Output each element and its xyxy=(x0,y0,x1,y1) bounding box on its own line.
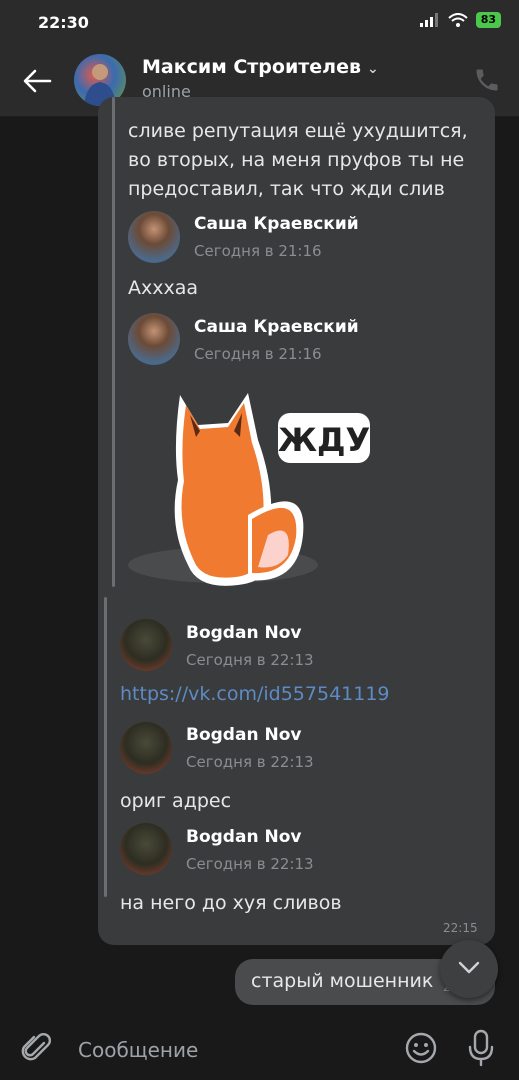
microphone-icon[interactable] xyxy=(466,1029,496,1067)
forward-line-inner xyxy=(104,597,107,897)
message-text-line: предоставил, так что жди слив xyxy=(128,178,445,200)
sender-avatar[interactable] xyxy=(128,313,180,365)
chevron-down-icon xyxy=(458,961,480,974)
sticker-caption: ЖДУ xyxy=(278,413,370,463)
sender-name[interactable]: Саша Краевский xyxy=(194,317,359,337)
message-composer xyxy=(0,1017,519,1080)
sender-name[interactable]: Саша Краевский xyxy=(194,214,359,234)
sender-avatar[interactable] xyxy=(120,722,172,774)
message-input[interactable] xyxy=(76,1035,380,1065)
emoji-icon[interactable] xyxy=(404,1031,438,1065)
sender-avatar[interactable] xyxy=(120,619,172,671)
message-text: Ахххаа xyxy=(128,277,199,299)
status-time: 22:30 xyxy=(38,13,89,32)
sticker-caption-text: ЖДУ xyxy=(278,421,370,459)
message-text-line: во вторых, на меня пруфов ты не xyxy=(128,149,465,171)
sender-avatar[interactable] xyxy=(128,211,180,263)
chevron-down-icon[interactable]: ⌄ xyxy=(367,61,379,77)
back-arrow-icon[interactable] xyxy=(20,64,54,98)
sender-time: Сегодня в 21:16 xyxy=(194,242,322,260)
message-link[interactable]: https://vk.com/id557541119 xyxy=(120,683,390,705)
contact-name[interactable]: Максим Строителев ⌄ xyxy=(142,56,379,78)
sender-time: Сегодня в 22:13 xyxy=(186,753,314,771)
outgoing-message-text: старый мошенник xyxy=(251,970,434,992)
sender-time: Сегодня в 22:13 xyxy=(186,651,314,669)
sender-time: Сегодня в 21:16 xyxy=(194,345,322,363)
status-bar: 22:30 83 xyxy=(0,0,519,44)
message-text: на него до хуя сливов xyxy=(120,892,342,914)
contact-name-text: Максим Строителев xyxy=(142,56,361,78)
sender-avatar[interactable] xyxy=(120,823,172,875)
sender-name[interactable]: Bogdan Nov xyxy=(186,623,301,643)
phone-icon[interactable] xyxy=(473,66,501,94)
message-text-line: сливе репутация ещё ухудшится, xyxy=(128,120,468,142)
fox-sticker[interactable]: ЖДУ xyxy=(128,385,378,600)
message-text: ориг адрес xyxy=(120,790,232,812)
status-icons: 83 xyxy=(419,12,501,28)
sender-time: Сегодня в 22:13 xyxy=(186,855,314,873)
sender-name[interactable]: Bogdan Nov xyxy=(186,827,301,847)
wifi-icon xyxy=(448,12,468,27)
chat-area[interactable]: сливе репутация ещё ухудшится, во вторых… xyxy=(0,97,519,1017)
message-time: 22:15 xyxy=(443,921,478,935)
scroll-down-button[interactable] xyxy=(440,940,498,998)
forward-line-outer xyxy=(112,97,115,587)
sender-name[interactable]: Bogdan Nov xyxy=(186,725,301,745)
signal-icon xyxy=(419,13,438,27)
paperclip-icon[interactable] xyxy=(20,1031,54,1065)
battery-indicator: 83 xyxy=(475,12,501,28)
